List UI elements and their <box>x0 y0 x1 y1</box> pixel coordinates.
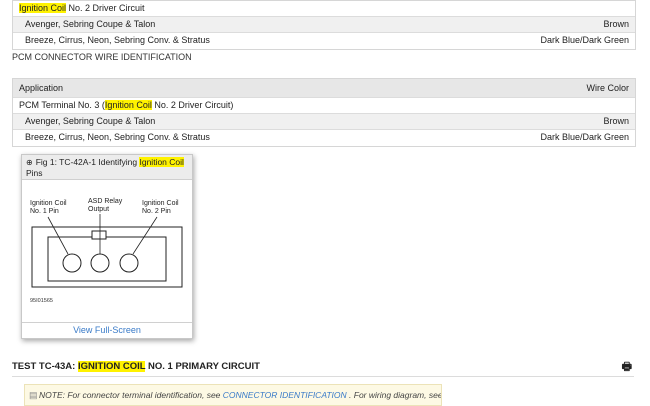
label-coil-2: Ignition Coil <box>142 200 179 207</box>
row-value: Brown <box>603 116 629 126</box>
figure-title: ⊕ Fig 1: TC-42A-1 Identifying Ignition Co… <box>22 155 192 180</box>
table-row: Breeze, Cirrus, Neon, Sebring Conv. & St… <box>13 130 635 146</box>
wire-table-1: Ignition Coil No. 2 Driver Circuit Aveng… <box>12 0 636 50</box>
column-header-wire-color: Wire Color <box>586 83 629 93</box>
table-row: Avenger, Sebring Coupe & Talon Brown <box>13 114 635 130</box>
label-asd-output: Output <box>88 206 109 213</box>
table-row: Breeze, Cirrus, Neon, Sebring Conv. & St… <box>13 33 635 49</box>
row-label: Breeze, Cirrus, Neon, Sebring Conv. & St… <box>25 35 210 45</box>
figure-card[interactable]: ⊕ Fig 1: TC-42A-1 Identifying Ignition Co… <box>21 154 193 339</box>
column-header-application: Application <box>19 83 64 93</box>
row-label: Breeze, Cirrus, Neon, Sebring Conv. & St… <box>25 132 210 142</box>
search-highlight: Ignition Coil <box>139 157 184 167</box>
row-label: Avenger, Sebring Coupe & Talon <box>25 19 156 29</box>
magnifier-plus-icon[interactable]: ⊕ <box>26 158 33 168</box>
ignition-coil-pins-diagram[interactable]: Ignition Coil No. 1 Pin ASD Relay Output… <box>22 181 192 321</box>
leader-coil-2 <box>132 216 158 255</box>
search-highlight: Ignition Coil <box>104 100 152 110</box>
note-icon: ▤ <box>29 390 38 400</box>
row-label: PCM Terminal No. 3 (Ignition Coil No. 2 … <box>19 100 234 110</box>
pin-asd-relay <box>90 253 110 273</box>
label-coil-1: Ignition Coil <box>30 200 67 207</box>
connector-key <box>91 230 107 240</box>
row-label: Ignition Coil No. 2 Driver Circuit <box>19 3 145 13</box>
pin-coil-1 <box>62 253 82 273</box>
connector-identification-link[interactable]: CONNECTOR IDENTIFICATION <box>223 390 347 400</box>
table-row: PCM Terminal No. 3 (Ignition Coil No. 2 … <box>13 98 635 114</box>
search-highlight: IGNITION COIL <box>77 361 146 372</box>
wire-table-2: Application Wire Color PCM Terminal No. … <box>12 78 636 147</box>
row-label: Avenger, Sebring Coupe & Talon <box>25 116 156 126</box>
label-asd-relay: ASD Relay <box>88 198 123 205</box>
figure-code: 95I01565 <box>30 298 53 304</box>
row-value: Brown <box>603 19 629 29</box>
row-value: Dark Blue/Dark Green <box>540 35 629 45</box>
table-header: Application Wire Color <box>13 79 635 98</box>
pin-coil-2 <box>119 253 139 273</box>
table-row: Avenger, Sebring Coupe & Talon Brown <box>13 17 635 33</box>
label-coil-2-pin: No. 2 Pin <box>142 208 171 215</box>
search-highlight: Ignition Coil <box>19 3 67 13</box>
label-coil-1-pin: No. 1 Pin <box>30 208 59 215</box>
note-box: ▤ NOTE: For connector terminal identific… <box>24 384 442 406</box>
row-value: Dark Blue/Dark Green <box>540 132 629 142</box>
table-row: Ignition Coil No. 2 Driver Circuit <box>13 1 635 17</box>
connector-inner <box>47 236 167 282</box>
printer-icon[interactable]: 🖶 <box>622 360 632 374</box>
leader-coil-1 <box>47 216 69 255</box>
test-heading: TEST TC-43A: IGNITION COIL NO. 1 PRIMARY… <box>12 360 634 377</box>
view-full-screen-link[interactable]: View Full-Screen <box>22 322 192 338</box>
section-heading: PCM CONNECTOR WIRE IDENTIFICATION <box>12 52 192 62</box>
